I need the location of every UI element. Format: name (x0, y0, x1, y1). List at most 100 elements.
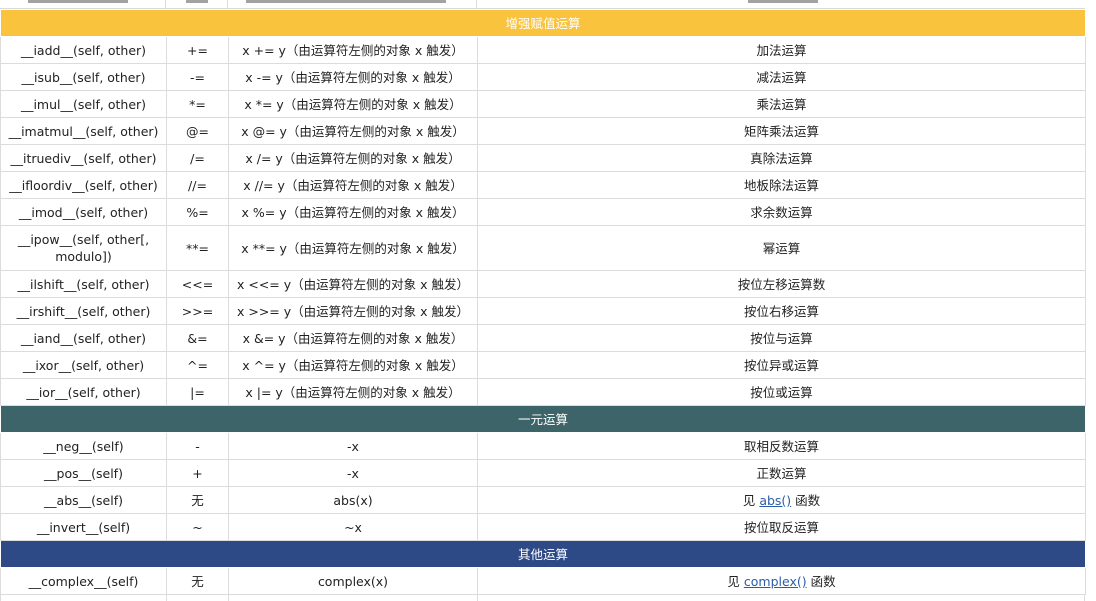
operator-cell: += (166, 36, 229, 64)
operator-cell: *= (166, 90, 229, 118)
operator-cell: /= (166, 144, 229, 172)
table-row: __ixor__(self, other) ^= x ^= y（由运算符左侧的对象 … (0, 351, 1087, 379)
operator-table-container: 增强赋值运算 __iadd__(self, other) += x += y（由运算… (0, 0, 1087, 601)
clipped-text-fragment (246, 0, 446, 3)
description-cell: 按位左移运算数 (476, 270, 1087, 298)
method-cell: __iand__(self, other) (0, 324, 167, 352)
method-cell: __isub__(self, other) (0, 63, 167, 91)
section-header-augmented: 增强赋值运算 (0, 9, 1086, 37)
table-row: __ior__(self, other) |= x |= y（由运算符左侧的对象 x… (0, 378, 1087, 406)
expression-cell: x |= y（由运算符左侧的对象 x 触发） (228, 378, 478, 406)
description-cell: 按位取反运算 (476, 513, 1087, 541)
function-doc-link[interactable]: abs() (759, 493, 791, 508)
expression-cell: abs(x) (228, 486, 478, 514)
expression-cell: -x (228, 432, 478, 460)
description-cell: 求余数运算 (476, 198, 1087, 226)
method-cell: __ifloordiv__(self, other) (0, 171, 167, 199)
expression-cell: ~x (228, 513, 478, 541)
expression-cell: x @= y（由运算符左侧的对象 x 触发） (228, 117, 478, 145)
operator-cell: + (166, 459, 229, 487)
clipped-text-fragment (28, 0, 128, 3)
table-row: __neg__(self) - -x 取相反数运算 (0, 432, 1087, 460)
expression-cell: x **= y（由运算符左侧的对象 x 触发） (228, 225, 478, 271)
method-cell: __ixor__(self, other) (0, 351, 167, 379)
operator-cell: **= (166, 225, 229, 271)
table-row: __ilshift__(self, other) <<= x <<= y（由运算符左… (0, 270, 1087, 298)
description-cell: 见 abs() 函数 (476, 486, 1087, 514)
table-row: __irshift__(self, other) >>= x >>= y（由运算符左… (0, 297, 1087, 325)
expression-cell: x += y（由运算符左侧的对象 x 触发） (228, 36, 478, 64)
clipped-previous-row (0, 0, 1085, 9)
section-title: 其他运算 (0, 540, 1086, 568)
clipped-next-row (0, 595, 1085, 601)
clipped-text-fragment (186, 0, 208, 3)
table-row: __imul__(self, other) *= x *= y（由运算符左侧的对象 … (0, 90, 1087, 118)
section-header-other: 其他运算 (0, 540, 1086, 568)
table-row: __imod__(self, other) %= x %= y（由运算符左侧的对象 … (0, 198, 1087, 226)
operator-cell: - (166, 432, 229, 460)
table-row: __itruediv__(self, other)/= x /= y（由运算符左侧… (0, 144, 1087, 172)
expression-cell: x ^= y（由运算符左侧的对象 x 触发） (228, 351, 478, 379)
operator-cell: 无 (166, 567, 229, 595)
description-cell: 按位与运算 (476, 324, 1087, 352)
description-cell: 幂运算 (476, 225, 1087, 271)
table-row: __iadd__(self, other) += x += y（由运算符左侧的对象 … (0, 36, 1087, 64)
method-cell: __ior__(self, other) (0, 378, 167, 406)
table-row: __complex__(self) 无 complex(x) 见 complex() … (0, 567, 1087, 595)
operator-cell: |= (166, 378, 229, 406)
table-row: __imatmul__(self, other) @= x @= y（由运算符左侧的… (0, 117, 1087, 145)
method-cell: __iadd__(self, other) (0, 36, 167, 64)
description-cell: 乘法运算 (476, 90, 1087, 118)
expression-cell: x *= y（由运算符左侧的对象 x 触发） (228, 90, 478, 118)
clipped-cell-divider (166, 595, 167, 601)
expression-cell: x //= y（由运算符左侧的对象 x 触发） (228, 171, 478, 199)
description-cell: 见 complex() 函数 (476, 567, 1087, 595)
method-cell: __complex__(self) (0, 567, 167, 595)
operator-cell: &= (166, 324, 229, 352)
table-row: __isub__(self, other) -= x -= y（由运算符左侧的对象 … (0, 63, 1087, 91)
method-cell: __imod__(self, other) (0, 198, 167, 226)
operator-cell: >>= (166, 297, 229, 325)
description-prefix: 见 (727, 573, 744, 589)
operator-cell: %= (166, 198, 229, 226)
method-cell: __invert__(self) (0, 513, 167, 541)
operator-cell: ^= (166, 351, 229, 379)
description-cell: 按位右移运算 (476, 297, 1087, 325)
description-suffix: 函数 (806, 573, 836, 589)
method-cell: __ipow__(self, other[, modulo]) (0, 225, 167, 271)
operator-cell: @= (166, 117, 229, 145)
method-cell: __pos__(self) (0, 459, 167, 487)
section-title: 一元运算 (0, 405, 1086, 433)
description-cell: 减法运算 (476, 63, 1087, 91)
table-row: __invert__(self) ~ ~x 按位取反运算 (0, 513, 1087, 541)
expression-cell: x -= y（由运算符左侧的对象 x 触发） (228, 63, 478, 91)
method-cell: __ilshift__(self, other) (0, 270, 167, 298)
clipped-cell-divider (477, 595, 478, 601)
method-cell: __imatmul__(self, other) (0, 117, 167, 145)
expression-cell: x %= y（由运算符左侧的对象 x 触发） (228, 198, 478, 226)
method-cell: __irshift__(self, other) (0, 297, 167, 325)
expression-cell: x >>= y（由运算符左侧的对象 x 触发） (228, 297, 478, 325)
description-cell: 真除法运算 (476, 144, 1087, 172)
operator-table: 增强赋值运算 __iadd__(self, other) += x += y（由运算… (0, 9, 1087, 595)
description-prefix: 见 (742, 492, 760, 508)
description-cell: 取相反数运算 (476, 432, 1087, 460)
clipped-cell-divider (228, 595, 229, 601)
description-cell: 按位异或运算 (476, 351, 1087, 379)
clipped-text-fragment (748, 0, 818, 3)
expression-cell: x <<= y（由运算符左侧的对象 x 触发） (228, 270, 478, 298)
section-title: 增强赋值运算 (0, 9, 1086, 37)
table-row: __ifloordiv__(self, other)//= x //= y（由运算… (0, 171, 1087, 199)
table-row: __iand__(self, other) &= x &= y（由运算符左侧的对象 … (0, 324, 1087, 352)
function-doc-link[interactable]: complex() (744, 574, 807, 589)
section-header-unary: 一元运算 (0, 405, 1086, 433)
operator-cell: //= (166, 171, 229, 199)
operator-cell: ~ (166, 513, 229, 541)
operator-cell: <<= (166, 270, 229, 298)
description-suffix: 函数 (791, 492, 821, 508)
expression-cell: -x (228, 459, 478, 487)
description-cell: 正数运算 (476, 459, 1087, 487)
table-row: __ipow__(self, other[, modulo]) **= x **= … (0, 225, 1087, 271)
operator-cell: -= (166, 63, 229, 91)
expression-cell: x /= y（由运算符左侧的对象 x 触发） (228, 144, 478, 172)
